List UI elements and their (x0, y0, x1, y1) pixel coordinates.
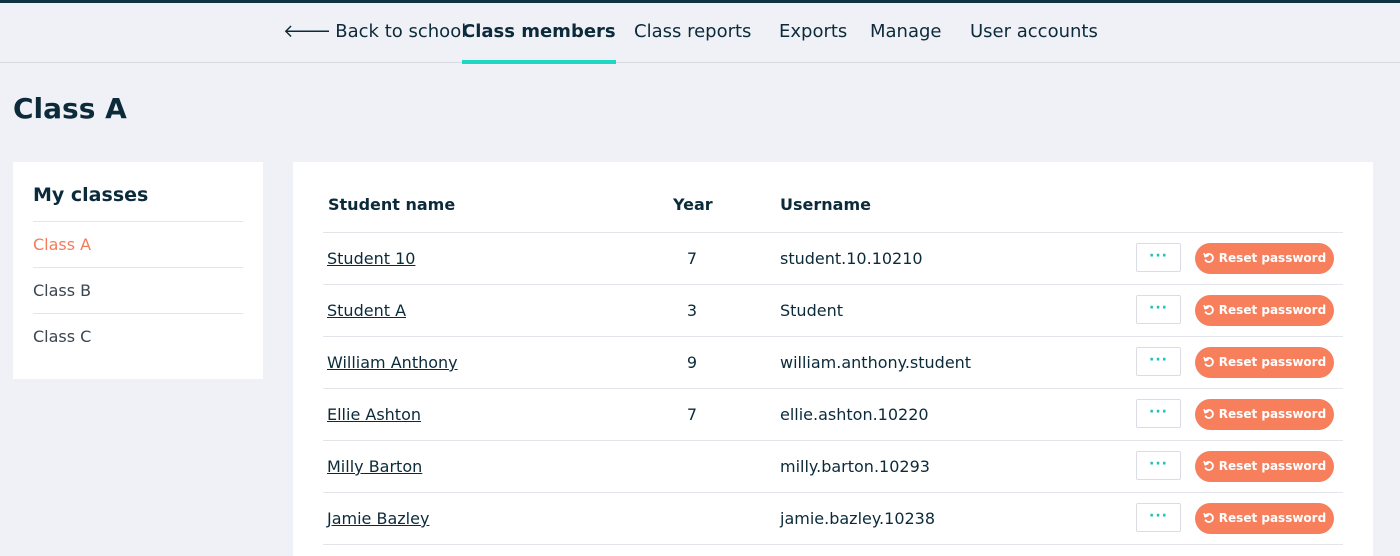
table-row-partial (323, 544, 1343, 556)
table-row: Student A 3 Student ··· Reset password (323, 284, 1343, 336)
reset-icon (1203, 409, 1214, 419)
reset-password-label: Reset password (1218, 251, 1327, 265)
header-student-name: Student name (328, 195, 456, 214)
table-row: Milly Barton milly.barton.10293 ··· Rese… (323, 440, 1343, 492)
reset-password-button[interactable]: Reset password (1195, 243, 1334, 274)
tab-exports[interactable]: Exports (779, 3, 847, 62)
back-to-school-link[interactable]: 🡐 Back to school (283, 3, 466, 62)
class-sidebar: My classes Class A Class B Class C (13, 162, 263, 379)
username-cell: william.anthony.student (780, 353, 972, 372)
reset-icon (1203, 253, 1214, 263)
username-cell: milly.barton.10293 (780, 457, 930, 476)
sidebar-item-class-c[interactable]: Class C (33, 327, 91, 346)
student-name-link[interactable]: Milly Barton (327, 441, 422, 493)
more-options-button[interactable]: ··· (1136, 399, 1181, 428)
more-options-button[interactable]: ··· (1136, 451, 1181, 480)
tab-class-members[interactable]: Class members (462, 3, 616, 64)
table-row: Jamie Bazley jamie.bazley.10238 ··· Rese… (323, 492, 1343, 544)
page-title: Class A (13, 92, 127, 125)
more-options-button[interactable]: ··· (1136, 503, 1181, 532)
reset-password-label: Reset password (1218, 459, 1327, 473)
tab-user-accounts[interactable]: User accounts (970, 3, 1098, 62)
year-cell (677, 493, 707, 545)
username-cell: jamie.bazley.10238 (780, 509, 936, 528)
reset-icon (1203, 305, 1214, 315)
reset-password-button[interactable]: Reset password (1195, 503, 1334, 534)
reset-password-label: Reset password (1218, 303, 1327, 317)
tab-class-reports[interactable]: Class reports (634, 3, 751, 62)
reset-password-button[interactable]: Reset password (1195, 399, 1334, 430)
reset-password-button[interactable]: Reset password (1195, 451, 1334, 482)
student-name-link[interactable]: William Anthony (327, 337, 458, 389)
table-row: Ellie Ashton 7 ellie.ashton.10220 ··· Re… (323, 388, 1343, 440)
student-name-link[interactable]: Ellie Ashton (327, 389, 421, 441)
more-options-button[interactable]: ··· (1136, 347, 1181, 376)
more-options-button[interactable]: ··· (1136, 295, 1181, 324)
reset-icon (1203, 357, 1214, 367)
student-name-link[interactable]: Student 10 (327, 233, 415, 285)
table-row: Student 10 7 student.10.10210 ··· Reset … (323, 232, 1343, 284)
back-to-school-label: Back to school (335, 21, 467, 42)
divider (33, 221, 243, 222)
reset-password-label: Reset password (1218, 407, 1327, 421)
arrow-left-icon: 🡐 (283, 21, 332, 42)
year-cell: 7 (686, 249, 698, 268)
tab-manage[interactable]: Manage (870, 3, 942, 62)
reset-password-label: Reset password (1218, 355, 1327, 369)
reset-password-label: Reset password (1218, 511, 1327, 525)
username-cell: Student (780, 301, 843, 320)
reset-password-button[interactable]: Reset password (1195, 295, 1334, 326)
year-cell: 9 (686, 353, 698, 372)
class-members-panel: Student name Year Username Student 10 7 … (293, 162, 1373, 556)
username-cell: ellie.ashton.10220 (780, 405, 929, 424)
more-options-button[interactable]: ··· (1136, 243, 1181, 272)
sidebar-item-class-a[interactable]: Class A (33, 235, 91, 254)
year-cell (677, 441, 707, 493)
sidebar-item-class-b[interactable]: Class B (33, 281, 91, 300)
top-navigation: 🡐 Back to school Class members Class repo… (0, 3, 1400, 64)
student-name-link[interactable]: Jamie Bazley (327, 493, 429, 545)
username-cell: student.10.10210 (780, 249, 923, 268)
divider (33, 313, 243, 314)
reset-icon (1203, 461, 1214, 471)
header-year: Year (673, 195, 713, 214)
sidebar-title: My classes (33, 184, 149, 206)
reset-password-button[interactable]: Reset password (1195, 347, 1334, 378)
year-cell: 7 (686, 405, 698, 424)
year-cell: 3 (686, 301, 698, 320)
student-name-link[interactable]: Student A (327, 285, 406, 337)
divider (33, 267, 243, 268)
header-username: Username (780, 195, 871, 214)
reset-icon (1203, 513, 1214, 523)
table-row: William Anthony 9 william.anthony.studen… (323, 336, 1343, 388)
